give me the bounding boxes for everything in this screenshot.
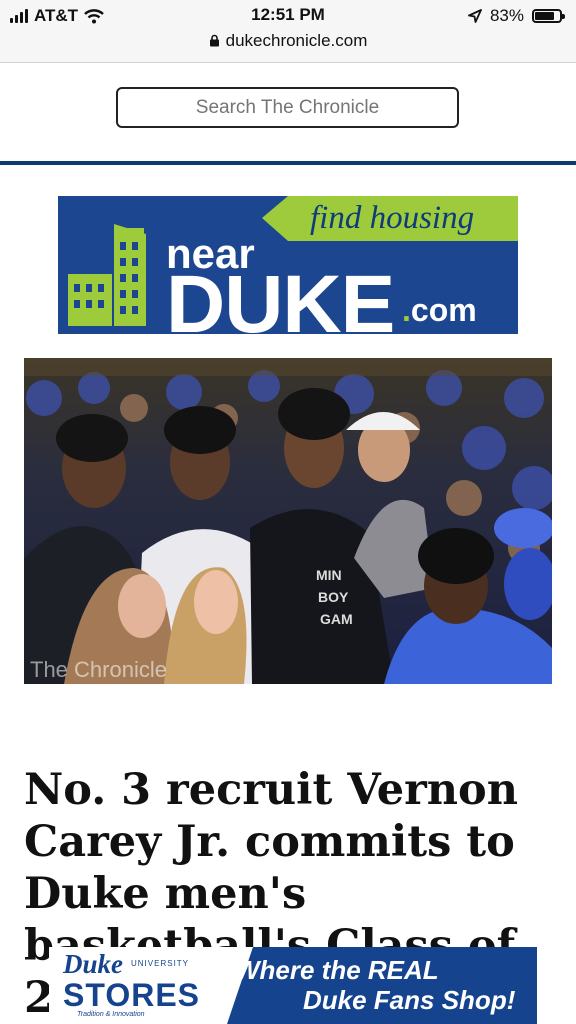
ad-brand-duke: DUKE [166, 259, 395, 334]
status-right: 83% [468, 6, 565, 26]
header-divider [0, 161, 576, 165]
svg-text:BOY: BOY [318, 589, 349, 605]
duke-stores-logo: Duke UNIVERSITY STORES Tradition & Innov… [49, 947, 253, 1024]
status-bar: AT&T 12:51 PM 83% dukechronicle.com [0, 0, 576, 63]
photo-watermark: The Chronicle [30, 657, 167, 682]
search-input[interactable] [116, 87, 459, 128]
ad-brand-tld: .com [402, 292, 477, 328]
svg-text:GAM: GAM [320, 611, 353, 627]
svg-text:MIN: MIN [316, 567, 342, 583]
lock-icon [209, 34, 219, 47]
logo-university-text: UNIVERSITY [131, 959, 190, 968]
ad-slogan-line2: Duke Fans Shop! [303, 985, 516, 1015]
location-arrow-icon [468, 9, 482, 23]
battery-icon [532, 9, 565, 23]
logo-subtitle: Tradition & Innovation [77, 1011, 145, 1018]
hero-photo[interactable]: MIN BOY GAM The Chronicle [24, 358, 552, 684]
near-duke-ad-banner[interactable]: find housing near DUKE .com [58, 196, 518, 334]
logo-stores-text: STORES [63, 977, 200, 1013]
url-text: dukechronicle.com [225, 31, 368, 50]
crowd-photo-illustration: MIN BOY GAM [24, 358, 552, 684]
ad-tagline: find housing [310, 200, 475, 236]
building-icon [68, 224, 146, 326]
logo-duke-text: Duke [63, 949, 123, 979]
duke-stores-ad[interactable]: Duke UNIVERSITY STORES Tradition & Innov… [49, 947, 537, 1024]
ad-slogan-line1: Where the REAL [235, 955, 439, 985]
battery-percent: 83% [489, 6, 524, 25]
address-bar[interactable]: dukechronicle.com [0, 31, 576, 51]
